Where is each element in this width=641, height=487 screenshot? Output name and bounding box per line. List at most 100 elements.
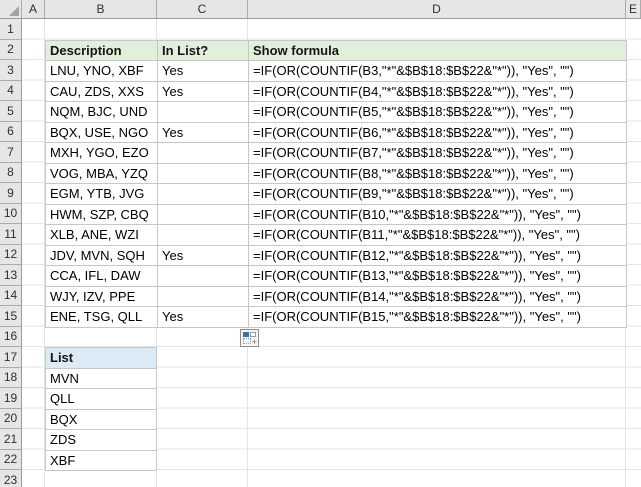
cell-D11[interactable]: =IF(OR(COUNTIF(B11,"*"&$B$18:$B$22&"*"))…: [248, 224, 627, 246]
cell-D8[interactable]: =IF(OR(COUNTIF(B8,"*"&$B$18:$B$22&"*")),…: [248, 162, 627, 184]
cell-B10[interactable]: HWM, SZP, CBQ: [45, 203, 158, 225]
cell-B2[interactable]: Description: [45, 39, 158, 61]
column-header-B[interactable]: B: [45, 0, 157, 18]
list-item-row: XBF: [45, 449, 157, 471]
row-header-8[interactable]: 8: [0, 163, 21, 183]
cell-B20[interactable]: BQX: [45, 408, 157, 430]
table-row: ENE, TSG, QLL Yes =IF(OR(COUNTIF(B15,"*"&$…: [45, 306, 627, 328]
column-header-D[interactable]: D: [248, 0, 626, 18]
row-header-20[interactable]: 20: [0, 409, 21, 429]
column-header-C[interactable]: C: [157, 0, 248, 18]
cell-D6[interactable]: =IF(OR(COUNTIF(B6,"*"&$B$18:$B$22&"*")),…: [248, 121, 627, 143]
cell-B17[interactable]: List: [45, 347, 157, 369]
cell-C2[interactable]: In List?: [157, 39, 249, 61]
auto-fill-plus-icon: +: [251, 337, 257, 347]
row-header-9[interactable]: 9: [0, 183, 21, 204]
cell-D4[interactable]: =IF(OR(COUNTIF(B4,"*"&$B$18:$B$22&"*")),…: [248, 80, 627, 102]
row-header-2[interactable]: 2: [0, 40, 21, 60]
spreadsheet-window: ABCDE 1 2 3 4 5 6 7 8 9 10 11 12 13 14 15 16 17 18 19 20 21 2…: [0, 0, 641, 487]
row-header-3[interactable]: 3: [0, 60, 21, 81]
row-header-19[interactable]: 19: [0, 388, 21, 409]
table-row: HWM, SZP, CBQ =IF(OR(COUNTIF(B10,"*"&$B$1…: [45, 203, 627, 225]
row-header-18[interactable]: 18: [0, 368, 21, 388]
cell-B3[interactable]: LNU, YNO, XBF: [45, 60, 158, 82]
table-row: WJY, IZV, PPE =IF(OR(COUNTIF(B14,"*"&$B$1…: [45, 285, 627, 307]
column-header-strip: ABCDE: [0, 0, 641, 19]
column-header-A[interactable]: A: [22, 0, 45, 18]
cell-C3[interactable]: Yes: [157, 60, 249, 82]
auto-fill-blue-cell-icon: [243, 332, 249, 337]
cell-B6[interactable]: BQX, USE, NGO: [45, 121, 158, 143]
cell-D14[interactable]: =IF(OR(COUNTIF(B14,"*"&$B$18:$B$22&"*"))…: [248, 285, 627, 307]
cell-B4[interactable]: CAU, ZDS, XXS: [45, 80, 158, 102]
auto-fill-options-button[interactable]: +: [240, 329, 259, 347]
row-header-12[interactable]: 12: [0, 245, 21, 265]
row-header-6[interactable]: 6: [0, 122, 21, 142]
cell-B15[interactable]: ENE, TSG, QLL: [45, 306, 158, 328]
list-item-row: BQX: [45, 408, 157, 430]
row-header-23[interactable]: 23: [0, 470, 21, 487]
cell-B7[interactable]: MXH, YGO, EZO: [45, 142, 158, 164]
cell-B8[interactable]: VOG, MBA, YZQ: [45, 162, 158, 184]
table-row: CCA, IFL, DAW =IF(OR(COUNTIF(B13,"*"&$B$1…: [45, 265, 627, 287]
cell-C11[interactable]: [157, 224, 249, 246]
row-header-10[interactable]: 10: [0, 204, 21, 224]
row-header-4[interactable]: 4: [0, 81, 21, 101]
cell-C7[interactable]: [157, 142, 249, 164]
auto-fill-dotted-cell-icon: [243, 338, 251, 344]
table-row: MXH, YGO, EZO =IF(OR(COUNTIF(B7,"*"&$B$18…: [45, 142, 627, 164]
cell-B9[interactable]: EGM, YTB, JVG: [45, 183, 158, 205]
cell-C9[interactable]: [157, 183, 249, 205]
cell-C5[interactable]: [157, 101, 249, 123]
cell-D9[interactable]: =IF(OR(COUNTIF(B9,"*"&$B$18:$B$22&"*")),…: [248, 183, 627, 205]
cell-B11[interactable]: XLB, ANE, WZI: [45, 224, 158, 246]
cell-C12[interactable]: Yes: [157, 244, 249, 266]
cell-C15[interactable]: Yes: [157, 306, 249, 328]
cell-C8[interactable]: [157, 162, 249, 184]
cell-B22[interactable]: XBF: [45, 449, 157, 471]
cell-B12[interactable]: JDV, MVN, SQH: [45, 244, 158, 266]
list-item-row: QLL: [45, 388, 157, 410]
table-row: XLB, ANE, WZI =IF(OR(COUNTIF(B11,"*"&$B$1…: [45, 224, 627, 246]
cell-C4[interactable]: Yes: [157, 80, 249, 102]
cell-B5[interactable]: NQM, BJC, UND: [45, 101, 158, 123]
row-header-16[interactable]: 16: [0, 327, 21, 347]
cell-D12[interactable]: =IF(OR(COUNTIF(B12,"*"&$B$18:$B$22&"*"))…: [248, 244, 627, 266]
cell-B13[interactable]: CCA, IFL, DAW: [45, 265, 158, 287]
cell-D5[interactable]: =IF(OR(COUNTIF(B5,"*"&$B$18:$B$22&"*")),…: [248, 101, 627, 123]
cell-C6[interactable]: Yes: [157, 121, 249, 143]
cell-B19[interactable]: QLL: [45, 388, 157, 410]
cell-C14[interactable]: [157, 285, 249, 307]
table-row: EGM, YTB, JVG =IF(OR(COUNTIF(B9,"*"&$B$18…: [45, 183, 627, 205]
cell-C10[interactable]: [157, 203, 249, 225]
cell-C13[interactable]: [157, 265, 249, 287]
row-header-1[interactable]: 1: [0, 19, 21, 40]
row-header-5[interactable]: 5: [0, 101, 21, 122]
row-header-15[interactable]: 15: [0, 306, 21, 327]
cell-D2[interactable]: Show formula: [248, 39, 627, 61]
cell-D15[interactable]: =IF(OR(COUNTIF(B15,"*"&$B$18:$B$22&"*"))…: [248, 306, 627, 328]
table-row: LNU, YNO, XBF Yes =IF(OR(COUNTIF(B3,"*"&$B…: [45, 60, 627, 82]
cell-B18[interactable]: MVN: [45, 367, 157, 389]
row-header-17[interactable]: 17: [0, 347, 21, 368]
row-header-11[interactable]: 11: [0, 224, 21, 245]
select-all-triangle-icon: [9, 6, 19, 16]
cell-D10[interactable]: =IF(OR(COUNTIF(B10,"*"&$B$18:$B$22&"*"))…: [248, 203, 627, 225]
row-header-7[interactable]: 7: [0, 142, 21, 163]
cell-D7[interactable]: =IF(OR(COUNTIF(B7,"*"&$B$18:$B$22&"*")),…: [248, 142, 627, 164]
row-header-13[interactable]: 13: [0, 265, 21, 286]
sheet-grid[interactable]: Description In List? Show formula LNU, YNO,…: [22, 19, 641, 487]
cell-D3[interactable]: =IF(OR(COUNTIF(B3,"*"&$B$18:$B$22&"*")),…: [248, 60, 627, 82]
row-header-14[interactable]: 14: [0, 286, 21, 306]
cell-B14[interactable]: WJY, IZV, PPE: [45, 285, 158, 307]
list-item-row: MVN: [45, 367, 157, 389]
table-row: BQX, USE, NGO Yes =IF(OR(COUNTIF(B6,"*"&$B…: [45, 121, 627, 143]
select-all-button[interactable]: [0, 0, 22, 18]
table-row: CAU, ZDS, XXS Yes =IF(OR(COUNTIF(B4,"*"&$B…: [45, 80, 627, 102]
row-header-21[interactable]: 21: [0, 429, 21, 450]
cell-D13[interactable]: =IF(OR(COUNTIF(B13,"*"&$B$18:$B$22&"*"))…: [248, 265, 627, 287]
cell-B21[interactable]: ZDS: [45, 429, 157, 451]
list-item-row: ZDS: [45, 429, 157, 451]
column-header-E[interactable]: E: [626, 0, 641, 18]
row-header-22[interactable]: 22: [0, 450, 21, 470]
